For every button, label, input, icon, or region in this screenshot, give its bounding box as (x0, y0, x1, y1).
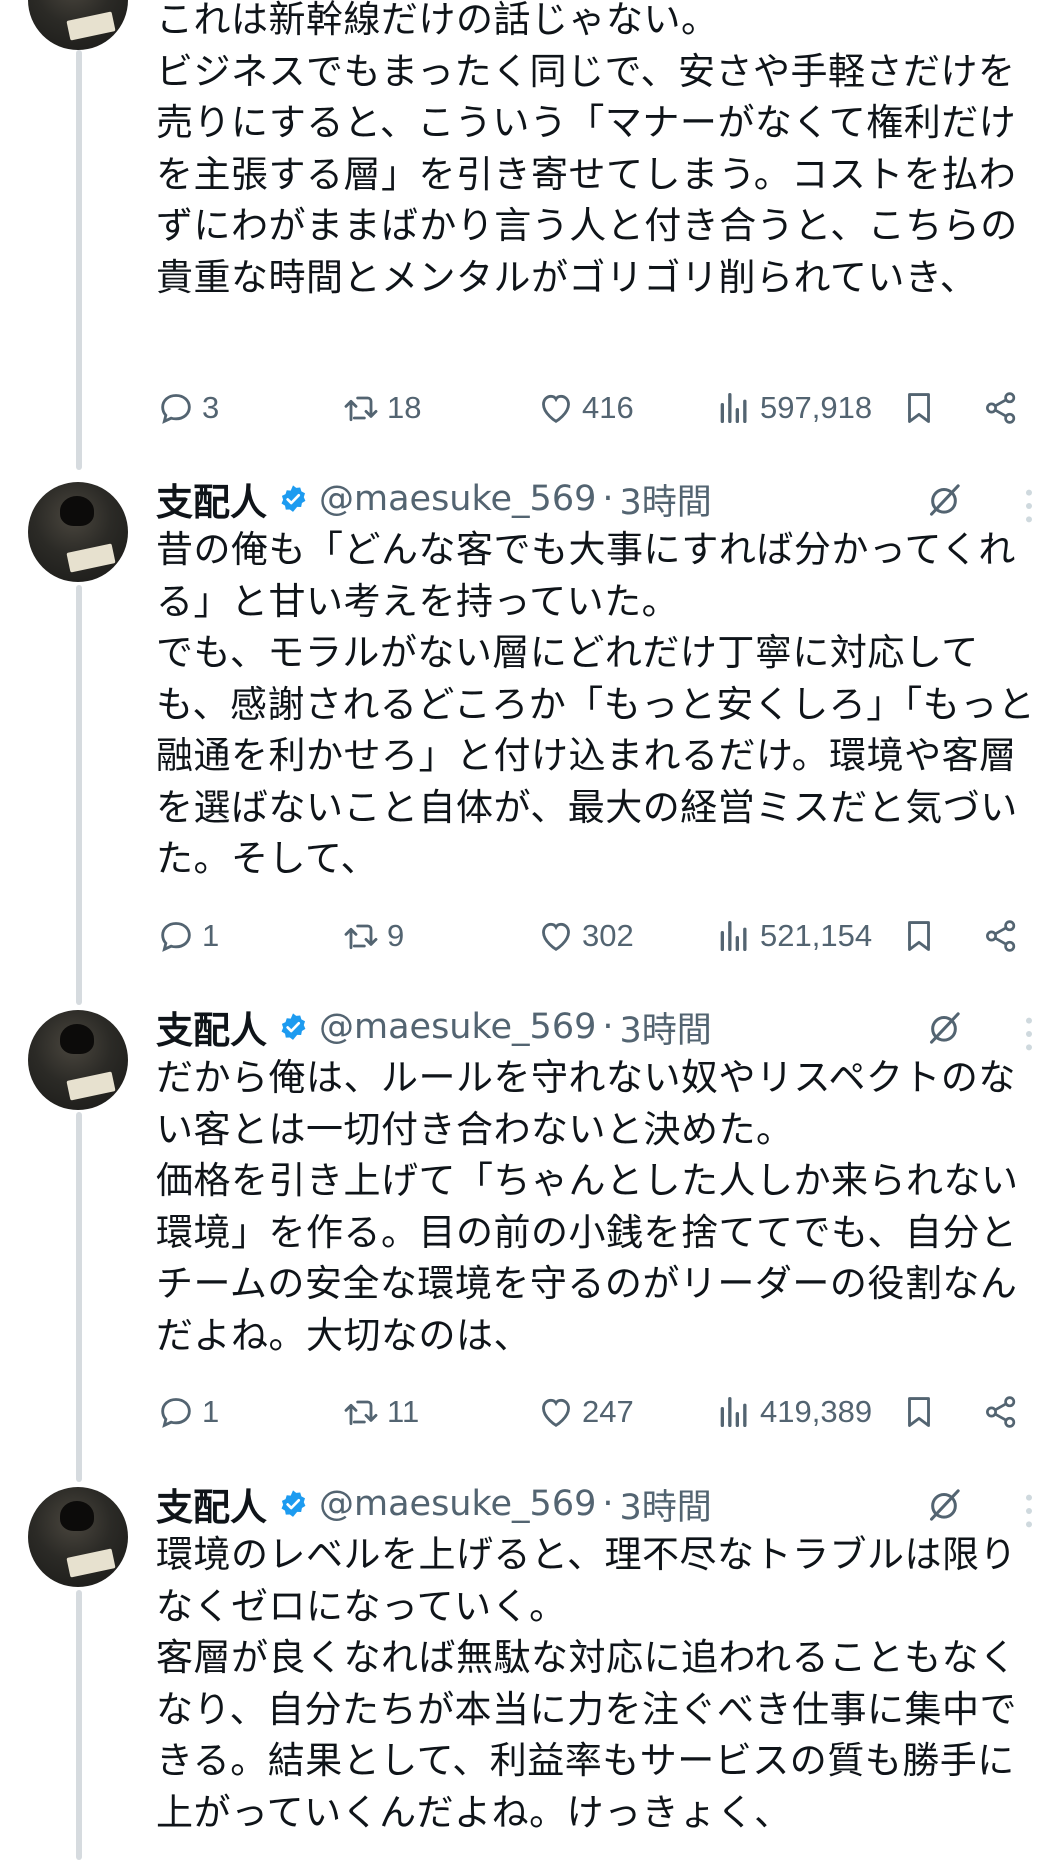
repost-button[interactable]: 11 (341, 1389, 419, 1435)
thread-line (76, 50, 82, 470)
display-name[interactable]: 支配人 (156, 1000, 267, 1054)
thread-line (76, 1590, 82, 1860)
thread-line (76, 1112, 82, 1482)
like-button[interactable]: 302 (536, 913, 634, 959)
like-button[interactable]: 416 (536, 385, 634, 431)
views-count: 597,918 (760, 390, 873, 425)
repost-count: 18 (387, 390, 422, 425)
reply-button[interactable]: 1 (156, 1389, 219, 1435)
more-options-icon[interactable] (1024, 1491, 1034, 1531)
repost-button[interactable]: 18 (341, 385, 421, 431)
verified-badge-icon (281, 1490, 306, 1517)
repost-icon (344, 1400, 378, 1426)
grok-icon[interactable] (922, 480, 966, 520)
share-icon (986, 920, 1016, 952)
share-button[interactable] (982, 913, 1020, 959)
bookmark-icon (908, 1397, 930, 1427)
views-button[interactable]: 597,918 (714, 385, 872, 431)
bookmark-button[interactable] (900, 1389, 938, 1435)
thread-line (76, 585, 82, 1005)
separator: · (602, 479, 614, 519)
tweet-text: だから俺は、ルールを守れない奴やリスペクトのない客とは一切付き合わないと決めた。… (156, 1056, 1019, 1357)
views-button[interactable]: 419,389 (714, 1389, 872, 1435)
timestamp[interactable]: 3時間 (620, 1002, 712, 1053)
share-button[interactable] (982, 385, 1020, 431)
avatar[interactable] (28, 0, 128, 50)
tweet-text: これは新幹線だけの話じゃない。 ビジネスでもまったく同じで、安さや手軽さだけを売… (156, 0, 1018, 299)
views-count: 521,154 (760, 918, 873, 953)
verified-badge-icon (281, 485, 306, 512)
display-name[interactable]: 支配人 (156, 1477, 267, 1531)
share-icon (986, 1396, 1016, 1428)
tweet-header: 支配人 @maesuke_569 · 3時間 (156, 1002, 712, 1053)
share-icon (986, 392, 1016, 424)
views-icon (720, 393, 747, 423)
reply-count: 1 (202, 918, 220, 953)
tweet-text: 昔の俺も「どんな客でも大事にすれば分かってくれる」と甘い考えを持っていた。 でも… (156, 528, 1036, 880)
like-count: 247 (582, 1394, 634, 1429)
thread-feed: これは新幹線だけの話じゃない。 ビジネスでもまったく同じで、安さや手軽さだけを売… (0, 0, 1046, 1860)
repost-icon (344, 924, 378, 950)
tweet-text: 環境のレベルを上げると、理不尽なトラブルは限りなくゼロになっていく。 客層が良く… (156, 1533, 1018, 1834)
tweet-actions: 1 11 247 419,389 (156, 1389, 1026, 1435)
bookmark-icon (908, 921, 930, 951)
heart-icon (542, 922, 570, 951)
like-button[interactable]: 247 (536, 1389, 634, 1435)
reply-button[interactable]: 3 (156, 385, 219, 431)
views-icon (720, 921, 747, 951)
repost-count: 11 (387, 1394, 420, 1429)
separator: · (602, 1484, 614, 1524)
repost-count: 9 (387, 918, 405, 953)
heart-icon (542, 1398, 570, 1427)
views-count: 419,389 (760, 1394, 873, 1429)
reply-icon (161, 394, 191, 424)
grok-icon[interactable] (922, 1008, 966, 1048)
like-count: 416 (582, 390, 634, 425)
views-icon (720, 1397, 747, 1427)
more-options-icon[interactable] (1024, 486, 1034, 526)
separator: · (602, 1007, 614, 1047)
tweet-header: 支配人 @maesuke_569 · 3時間 (156, 474, 712, 525)
user-handle[interactable]: @maesuke_569 (319, 1484, 596, 1524)
tweet-actions: 1 9 302 521,154 (156, 913, 1026, 959)
heart-icon (542, 394, 570, 423)
tweet-actions: 3 18 416 597,918 (156, 385, 1026, 431)
reply-icon (161, 922, 191, 952)
verified-badge-icon (281, 1013, 306, 1040)
repost-button[interactable]: 9 (341, 913, 404, 959)
reply-count: 3 (202, 390, 220, 425)
reply-icon (161, 1398, 191, 1428)
reply-button[interactable]: 1 (156, 913, 219, 959)
user-handle[interactable]: @maesuke_569 (319, 479, 596, 519)
tweet-header: 支配人 @maesuke_569 · 3時間 (156, 1479, 712, 1530)
bookmark-button[interactable] (900, 385, 938, 431)
avatar[interactable] (28, 1010, 128, 1110)
timestamp[interactable]: 3時間 (620, 1479, 712, 1530)
like-count: 302 (582, 918, 634, 953)
user-handle[interactable]: @maesuke_569 (319, 1007, 596, 1047)
reply-count: 1 (202, 1394, 220, 1429)
more-options-icon[interactable] (1024, 1014, 1034, 1054)
grok-icon[interactable] (922, 1485, 966, 1525)
display-name[interactable]: 支配人 (156, 472, 267, 526)
views-button[interactable]: 521,154 (714, 913, 872, 959)
avatar[interactable] (28, 1487, 128, 1587)
bookmark-icon (908, 393, 930, 423)
repost-icon (344, 396, 378, 422)
avatar[interactable] (28, 482, 128, 582)
share-button[interactable] (982, 1389, 1020, 1435)
bookmark-button[interactable] (900, 913, 938, 959)
timestamp[interactable]: 3時間 (620, 474, 712, 525)
